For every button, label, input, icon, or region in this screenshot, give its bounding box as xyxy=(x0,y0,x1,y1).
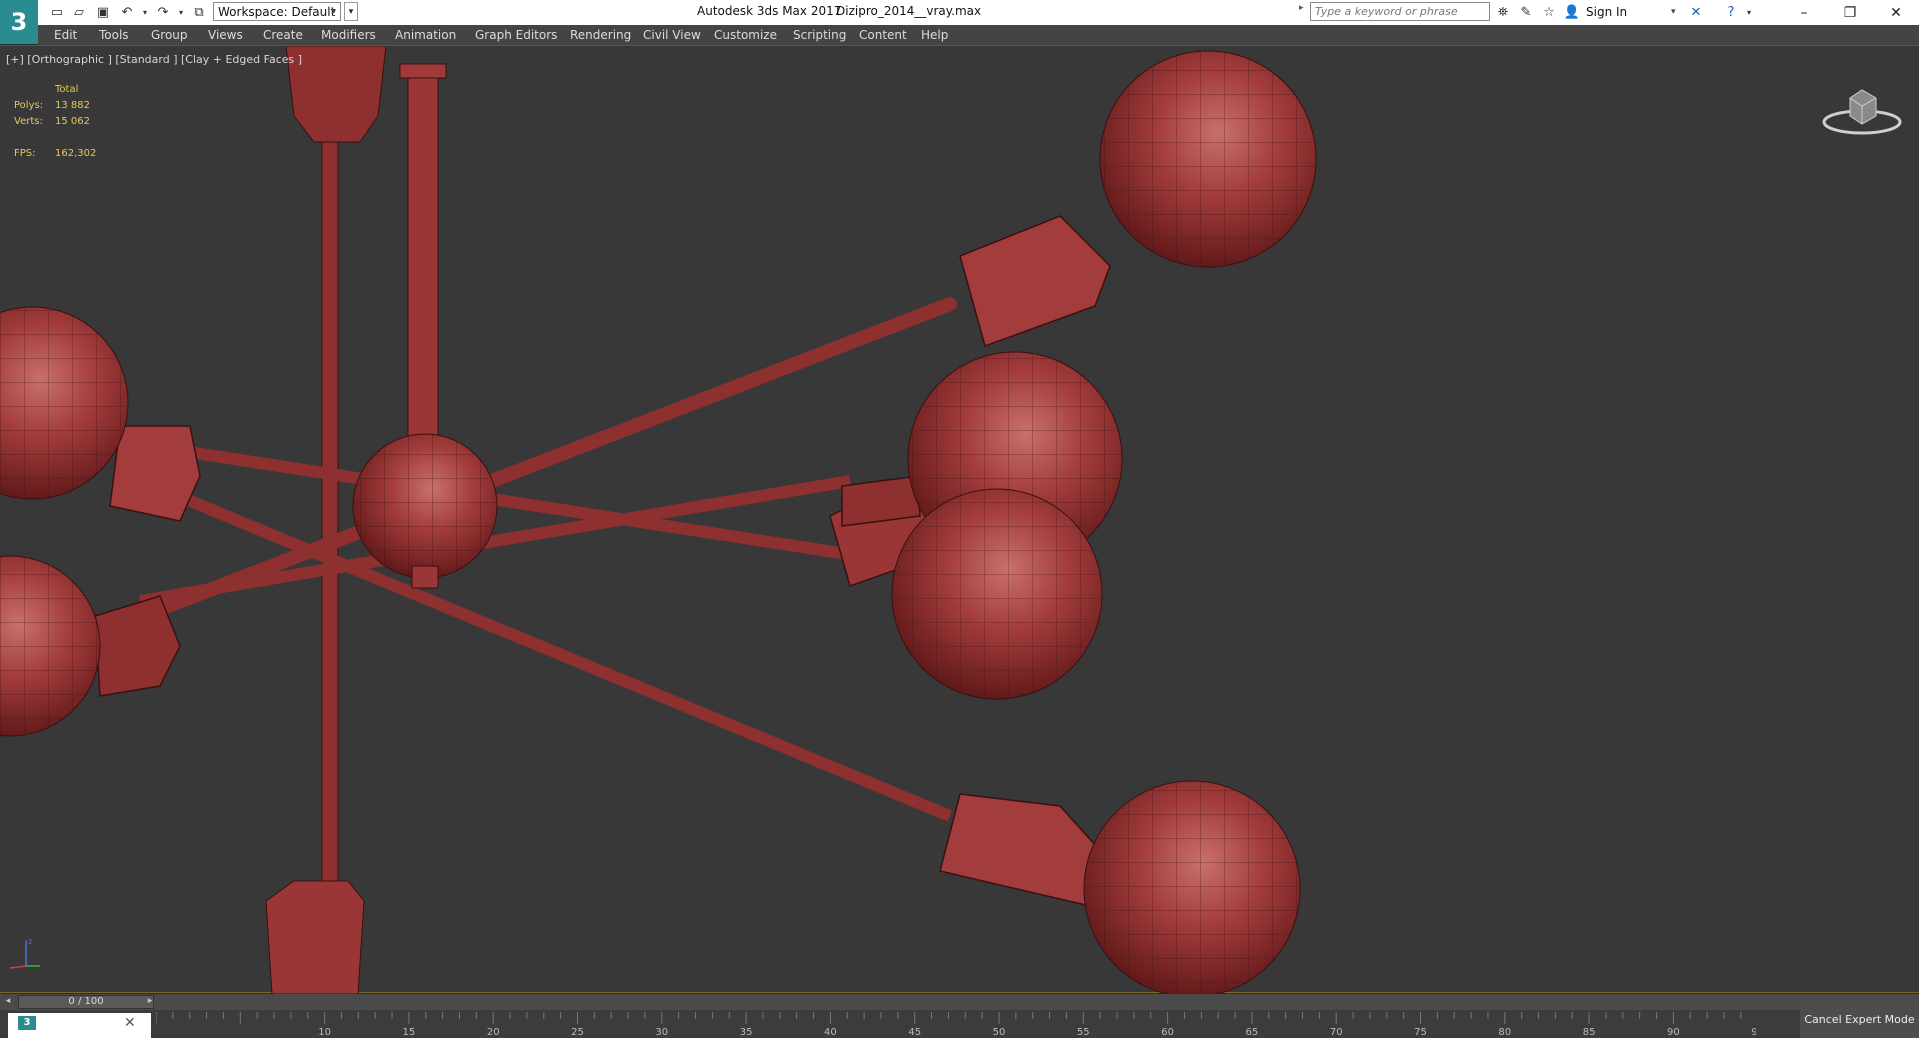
close-icon[interactable]: ✕ xyxy=(124,1015,136,1031)
viewcube-icon[interactable] xyxy=(1820,78,1904,138)
cancel-expert-mode-button[interactable]: Cancel Expert Mode xyxy=(1800,1000,1919,1038)
ruler-label: 55 xyxy=(1077,1027,1090,1038)
menu-modifiers[interactable]: Modifiers xyxy=(321,28,376,42)
ruler-label: 70 xyxy=(1330,1027,1343,1038)
axis-tripod-icon: z xyxy=(9,937,40,969)
new-file-icon[interactable]: ▭ xyxy=(48,3,66,21)
menu-customize[interactable]: Customize xyxy=(714,28,777,42)
time-slider[interactable]: 0 / 100 xyxy=(18,995,154,1009)
ruler-label: 45 xyxy=(908,1027,921,1038)
project-folder-icon[interactable]: ⧉ xyxy=(190,3,208,21)
ruler-label: 50 xyxy=(993,1027,1006,1038)
ruler-label: 30 xyxy=(655,1027,668,1038)
ruler-label: 85 xyxy=(1583,1027,1596,1038)
ruler-label: 65 xyxy=(1246,1027,1259,1038)
ruler-label: 40 xyxy=(824,1027,837,1038)
viewport-label[interactable]: [+] [Orthographic ] [Standard ] [Clay + … xyxy=(6,53,302,66)
ruler-label: 75 xyxy=(1414,1027,1427,1038)
communication-center-icon[interactable]: ✎ xyxy=(1517,3,1535,21)
menu-scripting[interactable]: Scripting xyxy=(793,28,846,42)
app-title: Autodesk 3ds Max 2017 xyxy=(697,4,842,18)
help-icon[interactable]: ? xyxy=(1722,3,1740,21)
ruler-label: 90 xyxy=(1667,1027,1680,1038)
menu-graph-editors[interactable]: Graph Editors xyxy=(475,28,557,42)
save-icon[interactable]: ▣ xyxy=(94,3,112,21)
scene-model[interactable] xyxy=(0,46,1919,994)
fps-value: 162,302 xyxy=(55,148,97,159)
close-button[interactable]: ✕ xyxy=(1873,0,1919,25)
menu-group[interactable]: Group xyxy=(151,28,188,42)
maxscript-icon[interactable]: 3 xyxy=(18,1016,36,1030)
search-input[interactable]: Type a keyword or phrase xyxy=(1310,2,1490,21)
verts-label: Verts: xyxy=(14,116,43,127)
ruler-label: 20 xyxy=(487,1027,500,1038)
open-file-icon[interactable]: ▱ xyxy=(70,3,88,21)
menu-animation[interactable]: Animation xyxy=(395,28,456,42)
exchange-apps-icon[interactable]: ✕ xyxy=(1687,3,1705,21)
previous-frame-icon[interactable]: ◂ xyxy=(2,996,14,1008)
quick-access-menu-icon[interactable]: ▾ xyxy=(344,2,358,21)
next-frame-icon[interactable]: ▸ xyxy=(144,996,156,1008)
frame-ruler[interactable]: 101520253035404550556065707580859095100 xyxy=(156,1012,1756,1038)
fps-label: FPS: xyxy=(14,148,36,159)
ruler-label: 95 xyxy=(1751,1027,1756,1038)
chevron-down-icon[interactable]: ▾ xyxy=(1671,7,1676,17)
ruler-label: 10 xyxy=(318,1027,331,1038)
perspective-viewport[interactable]: [+] [Orthographic ] [Standard ] [Clay + … xyxy=(0,45,1919,994)
sign-in-button[interactable]: Sign In xyxy=(1586,5,1627,19)
svg-text:z: z xyxy=(28,937,32,946)
title-bar: ▭ ▱ ▣ ↶ ▾ ↷ ▾ ⧉ Workspace: Default ▾ ▾ A… xyxy=(0,0,1919,25)
minimize-button[interactable]: – xyxy=(1781,0,1827,25)
menu-bar: Edit Tools Group Views Create Modifiers … xyxy=(38,25,1919,45)
app-logo[interactable]: 3 xyxy=(0,0,38,44)
menu-tools[interactable]: Tools xyxy=(99,28,129,42)
stats-header: Total xyxy=(55,84,79,95)
workspace-label: Workspace: Default xyxy=(218,5,336,19)
file-title: Dizipro_2014__vray.max xyxy=(836,4,982,18)
menu-rendering[interactable]: Rendering xyxy=(570,28,631,42)
user-icon[interactable]: 👤 xyxy=(1563,3,1581,21)
verts-value: 15 062 xyxy=(55,116,90,127)
help-dropdown-icon[interactable]: ▾ xyxy=(1740,3,1758,21)
ruler-label: 80 xyxy=(1498,1027,1511,1038)
menu-help[interactable]: Help xyxy=(921,28,948,42)
menu-views[interactable]: Views xyxy=(208,28,243,42)
time-slider-bar: ◂ 0 / 100 ▸ xyxy=(0,994,1919,1010)
chevron-down-icon: ▾ xyxy=(331,7,336,17)
ruler-label: 60 xyxy=(1161,1027,1174,1038)
favorites-star-icon[interactable]: ☆ xyxy=(1540,3,1558,21)
ruler-label: 15 xyxy=(403,1027,416,1038)
menu-content[interactable]: Content xyxy=(859,28,907,42)
workspace-dropdown[interactable]: Workspace: Default ▾ xyxy=(213,2,341,21)
expand-search-icon[interactable]: ▸ xyxy=(1299,3,1304,13)
ruler-label: 25 xyxy=(571,1027,584,1038)
maxscript-mini-listener[interactable]: 3 ✕ xyxy=(8,1013,151,1038)
restore-button[interactable]: ❐ xyxy=(1827,0,1873,25)
undo-dropdown-icon[interactable]: ▾ xyxy=(136,3,154,21)
redo-dropdown-icon[interactable]: ▾ xyxy=(172,3,190,21)
menu-edit[interactable]: Edit xyxy=(54,28,77,42)
polys-value: 13 882 xyxy=(55,100,90,111)
ruler-label: 35 xyxy=(740,1027,753,1038)
app-window: ▭ ▱ ▣ ↶ ▾ ↷ ▾ ⧉ Workspace: Default ▾ ▾ A… xyxy=(0,0,1919,1038)
binoculars-search-icon[interactable]: ⛯ xyxy=(1494,3,1512,21)
chandelier-arm xyxy=(0,297,957,822)
polys-label: Polys: xyxy=(14,100,44,111)
redo-icon[interactable]: ↷ xyxy=(154,3,172,21)
menu-create[interactable]: Create xyxy=(263,28,303,42)
undo-icon[interactable]: ↶ xyxy=(118,3,136,21)
menu-civil-view[interactable]: Civil View xyxy=(643,28,701,42)
